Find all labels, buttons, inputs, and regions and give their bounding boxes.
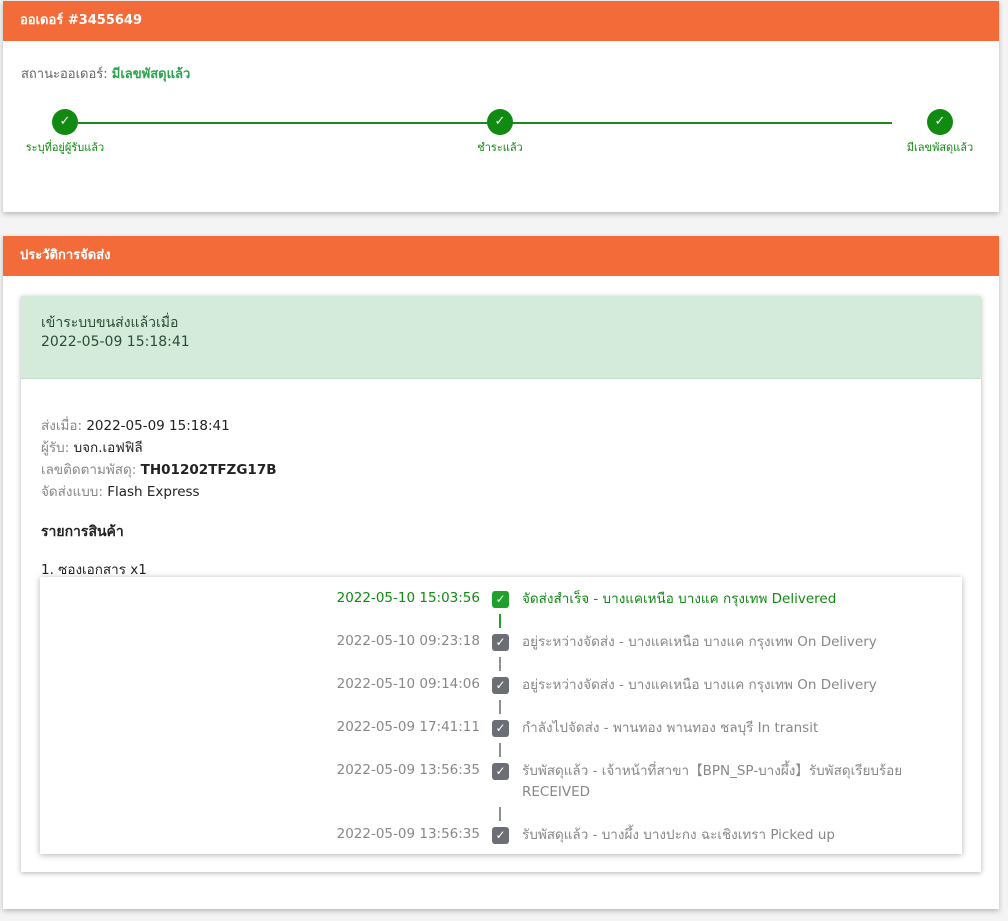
event-time: 2022-05-09 13:56:35 — [336, 762, 480, 778]
sent-at-value: 2022-05-09 15:18:41 — [86, 418, 230, 434]
timeline-connector — [499, 657, 501, 671]
tracking-timeline: 2022-05-10 15:03:56 ✓ จัดส่งสำเร็จ - บาง… — [40, 577, 962, 854]
event-time: 2022-05-09 17:41:11 — [336, 719, 480, 735]
sent-at-row: ส่งเมื่อ: 2022-05-09 15:18:41 — [41, 414, 230, 436]
check-icon: ✓ — [492, 677, 509, 694]
progress-step-tracking: ✓ มีเลขพัสดุแล้ว — [885, 109, 995, 156]
sent-at-label: ส่งเมื่อ: — [41, 418, 83, 434]
recipient-row: ผู้รับ: บจก.เอฟฟิลี — [41, 436, 143, 458]
check-icon: ✓ — [492, 591, 509, 608]
event-description: อยู่ระหว่างจัดส่ง - บางแคเหนือ บางแค กรุ… — [522, 634, 877, 650]
timeline-connector — [499, 807, 501, 821]
event-description: จัดส่งสำเร็จ - บางแคเหนือ บางแค กรุงเทพ … — [522, 591, 837, 607]
tracking-label: เลขติดตามพัสดุ: — [41, 462, 137, 478]
order-status-value: มีเลขพัสดุแล้ว — [111, 67, 191, 82]
order-card-title: ออเดอร์ #3455649 — [3, 1, 999, 41]
tracking-number[interactable]: TH01202TFZG17B — [141, 462, 277, 478]
check-icon: ✓ — [927, 109, 953, 135]
event-time: 2022-05-10 09:14:06 — [336, 676, 480, 692]
shipping-history-card: ประวัติการจัดส่ง เข้าระบบขนส่งแล้วเมื่อ … — [3, 236, 999, 909]
items-title: รายการสินค้า — [41, 524, 124, 540]
check-icon: ✓ — [487, 109, 513, 135]
alert-datetime: 2022-05-09 15:18:41 — [41, 334, 190, 350]
order-progress: ✓ ระบุที่อยู่ผู้รับแล้ว ✓ ชำระแล้ว ✓ มีเ… — [3, 109, 999, 169]
shipping-method-value: Flash Express — [107, 484, 200, 500]
event-description: กำลังไปจัดส่ง - พานทอง พานทอง ชลบุรี In … — [522, 720, 819, 736]
check-icon: ✓ — [492, 720, 509, 737]
event-time: 2022-05-09 13:56:35 — [336, 826, 480, 842]
shipping-method-row: จัดส่งแบบ: Flash Express — [41, 480, 200, 502]
event-time: 2022-05-10 15:03:56 — [336, 590, 480, 606]
order-status: สถานะออเดอร์: มีเลขพัสดุแล้ว — [21, 63, 190, 84]
order-status-label: สถานะออเดอร์: — [21, 67, 108, 82]
check-icon: ✓ — [52, 109, 78, 135]
timeline-connector — [499, 700, 501, 714]
shipment-panel: เข้าระบบขนส่งแล้วเมื่อ 2022-05-09 15:18:… — [21, 296, 981, 872]
progress-step-label: ชำระแล้ว — [477, 141, 523, 154]
event-time: 2022-05-10 09:23:18 — [336, 633, 480, 649]
shipment-alert: เข้าระบบขนส่งแล้วเมื่อ 2022-05-09 15:18:… — [21, 296, 981, 379]
progress-step-address: ✓ ระบุที่อยู่ผู้รับแล้ว — [21, 109, 109, 156]
tracking-row: เลขติดตามพัสดุ: TH01202TFZG17B — [41, 458, 277, 480]
shipping-method-label: จัดส่งแบบ: — [41, 484, 103, 500]
timeline-connector — [499, 743, 501, 757]
timeline-connector — [499, 614, 501, 628]
recipient-value: บจก.เอฟฟิลี — [73, 440, 143, 456]
progress-step-paid: ✓ ชำระแล้ว — [460, 109, 540, 156]
check-icon: ✓ — [492, 827, 509, 844]
event-description: รับพัสดุแล้ว - เจ้าหน้าที่สาขา【BPN_SP-บา… — [522, 763, 903, 800]
alert-text: เข้าระบบขนส่งแล้วเมื่อ — [41, 315, 179, 331]
progress-step-label: ระบุที่อยู่ผู้รับแล้ว — [25, 141, 105, 154]
shipping-history-title: ประวัติการจัดส่ง — [3, 236, 999, 276]
event-description: รับพัสดุแล้ว - บางผึ้ง บางปะกง ฉะเชิงเทร… — [522, 827, 835, 843]
event-description: อยู่ระหว่างจัดส่ง - บางแคเหนือ บางแค กรุ… — [522, 677, 877, 693]
recipient-label: ผู้รับ: — [41, 440, 70, 456]
check-icon: ✓ — [492, 763, 509, 780]
check-icon: ✓ — [492, 634, 509, 651]
order-card: ออเดอร์ #3455649 สถานะออเดอร์: มีเลขพัสด… — [3, 1, 999, 212]
progress-step-label: มีเลขพัสดุแล้ว — [906, 141, 974, 154]
